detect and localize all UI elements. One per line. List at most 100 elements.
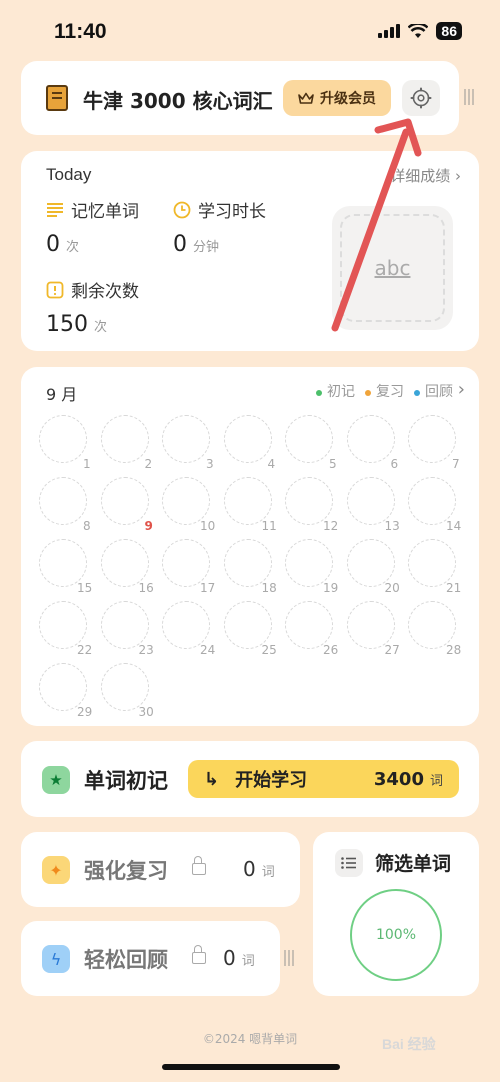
legend-dot bbox=[316, 390, 322, 396]
calendar-day[interactable]: 9 bbox=[100, 477, 163, 539]
calendar-day[interactable]: 16 bbox=[100, 539, 163, 601]
star-icon: ★ bbox=[42, 766, 70, 794]
calendar-day[interactable]: 14 bbox=[408, 477, 470, 539]
calendar-day[interactable]: 24 bbox=[162, 601, 224, 663]
word-preview-text: abc bbox=[340, 214, 445, 322]
calendar-day[interactable]: 17 bbox=[162, 539, 224, 601]
calendar-day[interactable]: 7 bbox=[408, 415, 470, 477]
learn-unit: 词 bbox=[429, 773, 443, 789]
calendar-day[interactable]: 26 bbox=[285, 601, 347, 663]
watermark-logo: Bai 经验 bbox=[382, 1036, 436, 1052]
calendar-card: 9 月 初记 复习 回顾 › 1 2 3 4 5 6 7 8 9 10 11 12 13 14 15 16 17… bbox=[21, 367, 479, 726]
day-ring bbox=[285, 601, 333, 649]
calendar-day[interactable]: 2 bbox=[100, 415, 163, 477]
calendar-day[interactable]: 3 bbox=[162, 415, 224, 477]
lock-icon bbox=[192, 856, 206, 875]
remaining-value: 150 bbox=[46, 312, 88, 337]
learn-count: 3400 bbox=[373, 768, 424, 790]
day-number: 1 bbox=[83, 457, 91, 471]
calendar-day[interactable]: 23 bbox=[100, 601, 163, 663]
review-title: 强化复习 bbox=[84, 859, 168, 883]
clock-icon bbox=[173, 201, 191, 218]
book-header-card: 牛津 3000 核心词汇 升级会员 bbox=[21, 61, 459, 135]
calendar-day[interactable]: 15 bbox=[39, 539, 101, 601]
day-ring bbox=[39, 477, 87, 525]
start-learning-label: 开始学习 bbox=[235, 770, 308, 791]
day-number: 3 bbox=[206, 457, 214, 471]
day-ring bbox=[100, 477, 149, 525]
calendar-day[interactable]: 25 bbox=[223, 601, 286, 663]
calendar-day[interactable]: 19 bbox=[285, 539, 347, 601]
day-number: 13 bbox=[384, 519, 400, 533]
day-ring bbox=[162, 477, 210, 525]
calendar-day[interactable]: 27 bbox=[346, 601, 409, 663]
calendar-day[interactable]: 29 bbox=[39, 663, 101, 725]
filter-words-card[interactable]: 筛选单词 100% bbox=[313, 832, 479, 996]
memorized-label: 记忆单词 bbox=[71, 202, 139, 222]
day-number: 8 bbox=[83, 519, 91, 533]
status-icons: 86 bbox=[378, 22, 462, 40]
day-number: 30 bbox=[138, 705, 154, 719]
drag-handle[interactable] bbox=[283, 940, 295, 976]
day-ring bbox=[162, 539, 210, 587]
day-number: 7 bbox=[452, 457, 460, 471]
day-ring bbox=[285, 539, 333, 587]
wifi-icon bbox=[408, 23, 429, 38]
calendar-day[interactable]: 1 bbox=[39, 415, 101, 477]
calendar-day[interactable]: 13 bbox=[346, 477, 409, 539]
calendar-day[interactable]: 8 bbox=[39, 477, 101, 539]
upgrade-vip-button[interactable]: 升级会员 bbox=[283, 80, 391, 116]
filter-title: 筛选单词 bbox=[375, 853, 452, 875]
remaining-label: 剩余次数 bbox=[71, 282, 139, 302]
review-unit: 词 bbox=[261, 865, 275, 880]
calendar-day[interactable]: 6 bbox=[346, 415, 409, 477]
detail-score-link[interactable]: 详细成绩 › bbox=[390, 165, 461, 186]
today-label: Today bbox=[46, 165, 92, 184]
day-ring bbox=[408, 601, 456, 649]
legend-item-recall: 回顾 bbox=[414, 381, 453, 401]
calendar-day[interactable]: 21 bbox=[408, 539, 470, 601]
day-number: 19 bbox=[323, 581, 339, 595]
gear-icon bbox=[410, 87, 432, 109]
intensive-review-card[interactable]: ✦ 强化复习 0词 bbox=[21, 832, 300, 907]
calendar-day[interactable]: 22 bbox=[39, 601, 101, 663]
day-ring bbox=[100, 663, 149, 711]
day-ring bbox=[39, 601, 87, 649]
day-ring bbox=[162, 601, 210, 649]
legend-item-review: 复习 bbox=[365, 381, 404, 401]
day-number: 24 bbox=[200, 643, 216, 657]
day-number: 2 bbox=[144, 457, 153, 471]
book-title[interactable]: 牛津 3000 核心词汇 bbox=[83, 85, 273, 114]
calendar-day[interactable]: 4 bbox=[223, 415, 286, 477]
drag-handle[interactable] bbox=[463, 80, 475, 114]
calendar-day[interactable]: 12 bbox=[285, 477, 347, 539]
calendar-month: 9 月 bbox=[46, 385, 78, 404]
duration-value: 0 bbox=[173, 232, 187, 257]
settings-button[interactable] bbox=[402, 80, 440, 116]
list-filter-icon bbox=[335, 849, 363, 877]
day-ring bbox=[223, 477, 272, 525]
review-count: 0 bbox=[243, 857, 256, 881]
day-ring bbox=[408, 539, 456, 587]
calendar-grid: 1 2 3 4 5 6 7 8 9 10 11 12 13 14 15 16 17 18 19 20 21 22 23 24 2… bbox=[39, 415, 469, 725]
easy-recall-card[interactable]: ϟ 轻松回顾 0词 bbox=[21, 921, 280, 996]
word-preview-card[interactable]: abc bbox=[332, 206, 453, 330]
chevron-right-icon: › bbox=[455, 167, 461, 185]
calendar-day[interactable]: 28 bbox=[408, 601, 470, 663]
day-ring bbox=[408, 477, 456, 525]
day-ring bbox=[100, 415, 149, 463]
relax-count: 0 bbox=[223, 946, 236, 970]
calendar-day[interactable]: 18 bbox=[223, 539, 286, 601]
calendar-day[interactable]: 11 bbox=[223, 477, 286, 539]
duration-label: 学习时长 bbox=[198, 202, 266, 222]
day-number: 27 bbox=[384, 643, 400, 657]
stat-duration: 学习时长 0 分钟 bbox=[173, 197, 266, 257]
calendar-day[interactable]: 20 bbox=[346, 539, 409, 601]
day-ring bbox=[39, 663, 87, 711]
start-learning-button[interactable]: ↳ 开始学习 3400 词 bbox=[188, 760, 459, 798]
day-number: 20 bbox=[384, 581, 400, 595]
calendar-day[interactable]: 5 bbox=[285, 415, 347, 477]
calendar-day[interactable]: 30 bbox=[100, 663, 163, 725]
calendar-next-icon[interactable]: › bbox=[458, 379, 465, 400]
calendar-day[interactable]: 10 bbox=[162, 477, 224, 539]
